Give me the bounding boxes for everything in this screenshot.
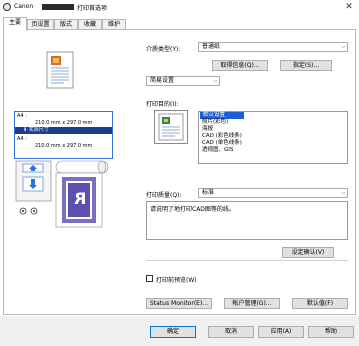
print-target-label: 打印目的(I):	[146, 101, 179, 108]
description-box: 请说明了地打印CAD图等的线。	[146, 201, 348, 240]
ok-button[interactable]: 确定	[150, 326, 196, 338]
chevron-down-icon: ⌵	[341, 44, 345, 50]
scale-label: 实际尺寸	[28, 127, 49, 133]
cancel-button[interactable]: 取消	[208, 326, 254, 338]
paper-size-info: A4 : 210.0 mm x 297.0 mm ⬇ 实际尺寸 A4 : 210…	[14, 111, 113, 159]
print-target-list[interactable]: 默认设置 照片(彩色) 海报 CAD (彩色线条) CAD (单色线条) 透视图…	[198, 111, 348, 164]
help-button[interactable]: 帮助	[308, 326, 354, 338]
apply-button[interactable]: 应用(A)	[258, 326, 304, 338]
printer-name-redacted	[42, 4, 74, 10]
defaults-button[interactable]: 默认值(F)	[292, 298, 348, 309]
list-item[interactable]: 海报	[199, 126, 347, 133]
description-text: 请说明了地打印CAD图等的线。	[150, 206, 235, 213]
status-monitor-button[interactable]: Status Monitor(E)...	[146, 298, 212, 309]
output-preview-area: R	[14, 159, 113, 241]
title-bar: Canon 打印首选项 ✕	[0, 0, 359, 14]
mirrored-letter: R	[74, 189, 87, 208]
list-item[interactable]: 透视图、GIS	[199, 147, 347, 154]
scale-row: ⬇ 实际尺寸	[15, 127, 112, 134]
canon-printer-icon	[3, 3, 11, 11]
list-item[interactable]: 默认设置	[200, 112, 244, 119]
paper1-label: A4 :	[17, 113, 27, 119]
settings-mode-value: 简易设置	[150, 77, 175, 84]
document-preview	[14, 48, 113, 104]
tab-bar: 主要 页设置 版式 收藏 维护	[0, 16, 359, 31]
specify-button[interactable]: 指定(S)...	[280, 60, 332, 71]
divider	[146, 260, 348, 261]
confirm-settings-button[interactable]: 设定确认(V)	[282, 247, 334, 258]
print-quality-label: 打印质量(Q):	[146, 192, 182, 199]
get-info-button[interactable]: 取得信息(Q)...	[212, 60, 268, 71]
media-type-select[interactable]: 普通纸 ⌵	[198, 42, 348, 52]
media-type-value: 普通纸	[202, 43, 221, 50]
list-item[interactable]: CAD (单色线条)	[199, 140, 347, 147]
paper2-size: 210.0 mm x 297.0 mm	[35, 143, 93, 149]
down-arrow-icon: ⬇	[23, 127, 28, 133]
window-title: 打印首选项	[77, 5, 108, 12]
chevron-down-icon: ⌵	[341, 190, 345, 196]
close-icon[interactable]: ✕	[342, 1, 356, 13]
chevron-down-icon: ⌵	[213, 78, 217, 84]
preview-before-print-label: 打印前预览(W)	[156, 277, 197, 284]
settings-mode-select[interactable]: 简易设置 ⌵	[146, 76, 220, 86]
print-quality-select[interactable]: 标准 ⌵	[198, 188, 348, 198]
preview-before-print-checkbox[interactable]	[146, 275, 153, 282]
list-item[interactable]: CAD (彩色线条)	[199, 133, 347, 140]
paper1-size: 210.0 mm x 297.0 mm	[35, 120, 93, 126]
list-item[interactable]: 照片(彩色)	[199, 119, 347, 126]
paper2-label: A4 :	[17, 136, 27, 142]
window-app-name: Canon	[14, 3, 34, 10]
tab-main[interactable]: 主要	[3, 17, 27, 31]
media-type-label: 介质类型(Y):	[146, 46, 181, 53]
print-quality-value: 标准	[202, 189, 215, 196]
account-management-button[interactable]: 帐户管理(G)...	[224, 298, 280, 309]
print-target-preview-icon	[154, 110, 188, 144]
